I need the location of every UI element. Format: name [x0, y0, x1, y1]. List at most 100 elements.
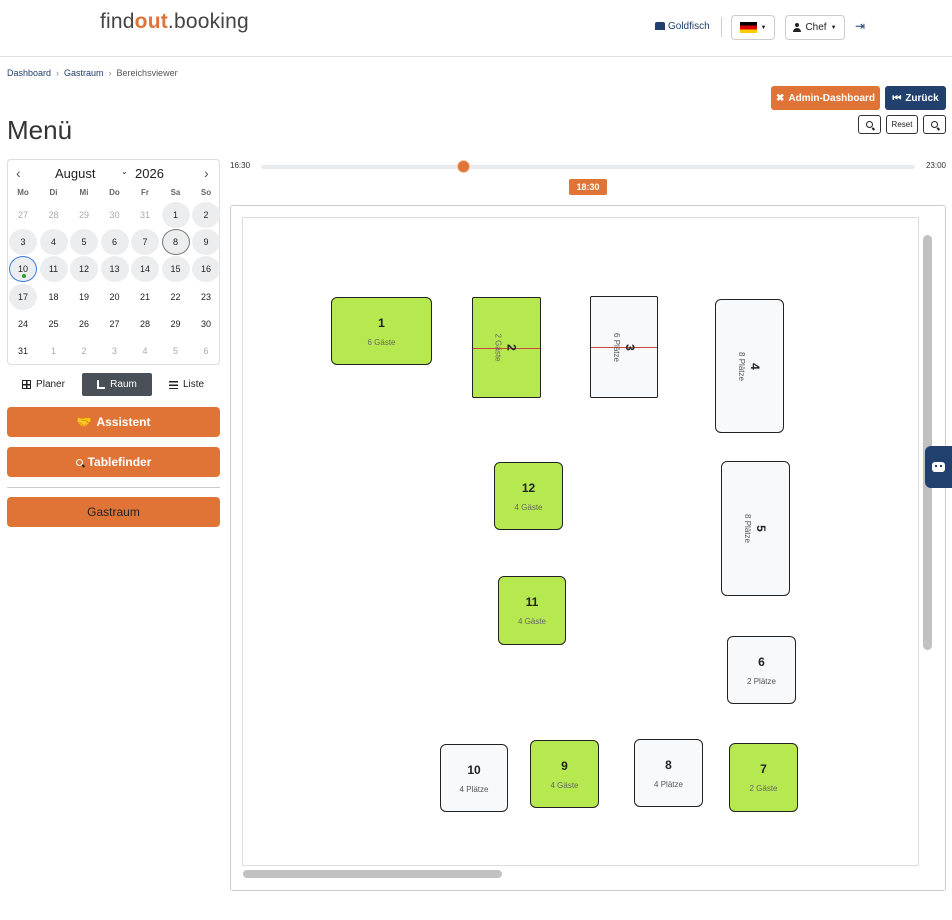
zoom-in-icon: [931, 121, 938, 128]
calendar-day[interactable]: 30: [101, 202, 129, 228]
user-dropdown[interactable]: Chef ▼: [785, 15, 845, 40]
calendar-day[interactable]: 12: [70, 256, 98, 283]
restaurant-link[interactable]: Goldfisch: [655, 21, 710, 32]
calendar-day[interactable]: 28: [131, 311, 159, 337]
calendar-day[interactable]: 31: [9, 338, 37, 364]
chevron-down-icon[interactable]: ⌄: [121, 167, 128, 176]
calendar-day[interactable]: 30: [192, 311, 220, 337]
calendar-day[interactable]: 20: [101, 284, 129, 310]
calendar-day[interactable]: 8: [161, 229, 190, 256]
zoom-in-button[interactable]: [923, 115, 946, 134]
table-number: 9: [561, 758, 568, 773]
calendar-day[interactable]: 23: [192, 284, 220, 310]
view-raum-button[interactable]: Raum: [82, 373, 152, 396]
calendar-day[interactable]: 28: [40, 202, 68, 228]
calendar-day[interactable]: 31: [131, 202, 159, 228]
calendar-day[interactable]: 11: [39, 256, 68, 283]
vertical-scrollbar[interactable]: [923, 235, 932, 650]
table-label-group: 58 Plätze: [743, 514, 768, 543]
zoom-out-icon: [866, 121, 873, 128]
next-month-icon[interactable]: ›: [204, 165, 209, 181]
calendar-day[interactable]: 4: [39, 229, 68, 256]
handshake-icon: 🤝: [76, 415, 92, 429]
calendar-day[interactable]: 13: [100, 256, 129, 283]
table-12[interactable]: 12 4 Gäste: [494, 462, 563, 530]
top-navbar: findout.booking Goldfisch ▼ Chef ▼ ⇥: [0, 0, 952, 57]
reset-button[interactable]: Reset: [886, 115, 918, 134]
logo[interactable]: findout.booking: [100, 10, 249, 34]
year-input[interactable]: 2026: [135, 166, 164, 181]
assistant-button[interactable]: 🤝 Assistent: [7, 407, 220, 437]
language-dropdown[interactable]: ▼: [731, 15, 775, 40]
calendar-day[interactable]: 27: [9, 202, 37, 228]
calendar-day[interactable]: 15: [161, 256, 190, 283]
logout-icon[interactable]: ⇥: [855, 19, 865, 33]
calendar-day[interactable]: 9: [192, 229, 220, 256]
slider-track[interactable]: [261, 165, 915, 169]
calendar-day[interactable]: 19: [70, 284, 98, 310]
weekday-label: Sa: [170, 188, 181, 197]
calendar-day[interactable]: 7: [131, 229, 159, 256]
calendar-day[interactable]: 3: [9, 229, 37, 256]
table-9[interactable]: 9 4 Gäste: [530, 740, 599, 808]
calendar-day[interactable]: 10: [9, 256, 37, 283]
table-label-group: 8 4 Plätze: [654, 758, 683, 789]
table-5[interactable]: 58 Plätze: [721, 461, 790, 596]
horizontal-scrollbar[interactable]: [243, 870, 502, 878]
calendar-day[interactable]: 16: [192, 256, 220, 283]
calendar-day[interactable]: 29: [162, 311, 190, 337]
calendar-day[interactable]: 27: [101, 311, 129, 337]
admin-dashboard-button[interactable]: ✖ Admin-Dashboard: [771, 86, 880, 110]
calendar-day[interactable]: 2: [192, 202, 220, 228]
calendar-day[interactable]: 5: [70, 229, 98, 256]
calendar-day[interactable]: 26: [70, 311, 98, 337]
zoom-out-button[interactable]: [858, 115, 881, 134]
prev-month-icon[interactable]: ‹: [16, 165, 21, 181]
calendar-day[interactable]: 22: [162, 284, 190, 310]
table-guest-count: 4 Plätze: [459, 784, 489, 794]
table-6[interactable]: 6 2 Plätze: [727, 636, 796, 704]
table-1[interactable]: 1 6 Gäste: [331, 297, 432, 365]
table-4[interactable]: 48 Plätze: [715, 299, 784, 433]
back-button[interactable]: ⏮ Zurück: [885, 86, 946, 110]
table-3[interactable]: 36 Plätze: [590, 296, 658, 398]
calendar-day[interactable]: 4: [131, 338, 159, 364]
calendar-day[interactable]: 24: [9, 311, 37, 337]
table-2[interactable]: 22 Gäste: [472, 297, 541, 398]
reset-label: Reset: [891, 120, 913, 129]
table-label-group: 22 Gäste: [494, 333, 519, 361]
breadcrumb: Dashboard › Gastraum › Bereichsviewer: [7, 68, 178, 78]
calendar-day[interactable]: 5: [162, 338, 190, 364]
calendar-day[interactable]: 3: [101, 338, 129, 364]
table-7[interactable]: 7 2 Gäste: [729, 743, 798, 812]
calendar-day[interactable]: 6: [100, 229, 129, 256]
view-planer-button[interactable]: Planer: [7, 373, 80, 396]
calendar-day[interactable]: 6: [192, 338, 220, 364]
table-number: 5: [754, 525, 768, 532]
weekday-label: Di: [49, 188, 58, 197]
calendar-day[interactable]: 1: [161, 202, 190, 228]
list-icon: [168, 380, 178, 389]
calendar-day[interactable]: 14: [131, 256, 159, 283]
table-11[interactable]: 11 4 Gäste: [498, 576, 566, 645]
chat-bot-button[interactable]: [925, 446, 952, 488]
calendar-day[interactable]: 21: [131, 284, 159, 310]
tablefinder-button[interactable]: Tablefinder: [7, 447, 220, 477]
month-select[interactable]: August: [55, 166, 95, 181]
table-guest-count: 8 Plätze: [737, 351, 746, 381]
table-guest-count: 6 Gäste: [367, 337, 396, 347]
calendar-day[interactable]: 17: [9, 283, 37, 310]
table-guest-count: 4 Gäste: [550, 780, 579, 790]
table-8[interactable]: 8 4 Plätze: [634, 739, 703, 807]
breadcrumb-gastraum[interactable]: Gastraum: [64, 68, 104, 78]
view-liste-button[interactable]: Liste: [153, 373, 220, 396]
breadcrumb-dashboard[interactable]: Dashboard: [7, 68, 51, 78]
calendar-day[interactable]: 25: [40, 311, 68, 337]
slider-handle[interactable]: [457, 160, 470, 173]
calendar-day[interactable]: 29: [70, 202, 98, 228]
calendar-day[interactable]: 18: [40, 284, 68, 310]
calendar-day[interactable]: 2: [70, 338, 98, 364]
calendar-day[interactable]: 1: [40, 338, 68, 364]
area-gastraum-button[interactable]: Gastraum: [7, 497, 220, 527]
table-10[interactable]: 10 4 Plätze: [440, 744, 508, 812]
